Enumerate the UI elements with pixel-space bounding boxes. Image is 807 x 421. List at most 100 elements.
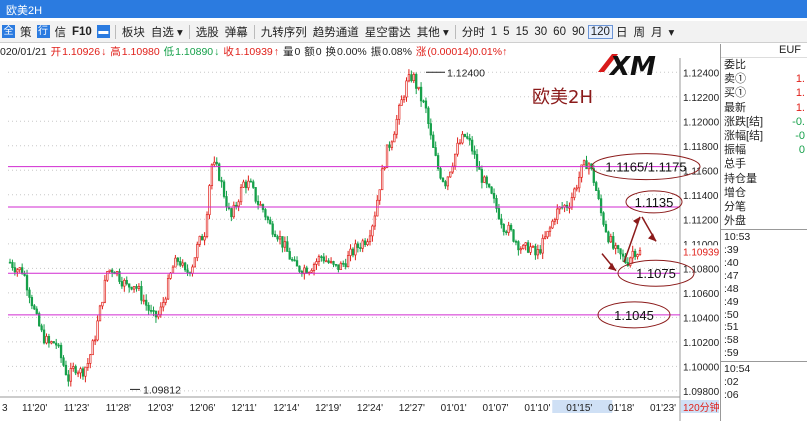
candle-body (638, 250, 642, 255)
tick-list-b[interactable]: 10:54:02:06 (721, 363, 807, 402)
period-intraday[interactable]: 分时 (459, 24, 488, 40)
period-5m[interactable]: 5 (500, 26, 512, 38)
period-90m[interactable]: 90 (569, 26, 588, 38)
period-week[interactable]: 周 (630, 24, 648, 40)
candle-body (310, 270, 313, 273)
strategy-icon[interactable]: 策 (17, 24, 35, 40)
candle-body (247, 180, 250, 189)
candle-body (636, 254, 639, 257)
toolbar-trend-channel[interactable]: 趋势通道 (310, 24, 362, 40)
y-tick-label: 1.10400 (683, 313, 720, 324)
quote-row-label: 委比 (724, 59, 746, 71)
candle-body (432, 134, 435, 148)
quote-row: 涨幅[结] -0 (721, 129, 807, 143)
candle-body (512, 229, 515, 242)
x-tick-label: 01'10' (524, 403, 550, 414)
quote-row-label: 增仓 (724, 186, 746, 199)
candle-body (578, 176, 581, 189)
quote-row-value: -0. (792, 115, 805, 128)
tick-list-a[interactable]: 10:53:39:40:47:48:49:50:51:58:59 (721, 231, 807, 360)
candle-body (264, 209, 267, 218)
candle-body (461, 133, 464, 144)
x-tick-label: 12'06' (189, 403, 215, 414)
toolbar-stock-picker[interactable]: 选股 (193, 24, 222, 40)
period-15m[interactable]: 15 (513, 26, 532, 38)
candle-body (203, 236, 206, 241)
quote-row: 持仓量 (721, 172, 807, 186)
quote-row: 卖① 1. (721, 72, 807, 86)
candle-body (419, 86, 423, 102)
toolbar-sector[interactable]: 板块 (119, 24, 148, 40)
candle-body (407, 74, 411, 82)
candle-body (371, 225, 374, 237)
quote-row-value: 1. (795, 87, 805, 100)
period-day[interactable]: 日 (613, 24, 631, 40)
candle-body (485, 176, 488, 185)
candle-body (28, 289, 31, 298)
candle-body (186, 269, 189, 273)
tick-time: :50 (724, 308, 739, 321)
candle-body (329, 261, 333, 263)
x-tick-label: 12'24' (357, 403, 383, 414)
candle-body (480, 169, 484, 183)
y-tick-label: 1.11600 (683, 166, 719, 177)
xm-logo: XM (598, 52, 656, 82)
candle-body (25, 275, 29, 291)
quote-row-label: 涨幅[结] (724, 129, 764, 142)
candle-body (254, 187, 257, 202)
candle-body (222, 181, 226, 197)
f10-icon[interactable]: F10 (69, 26, 95, 38)
candle-body (193, 257, 197, 268)
candle-body (93, 339, 97, 342)
candle-body (164, 298, 167, 303)
candle-body (64, 364, 68, 376)
window-titlebar: 欧美2H (0, 0, 807, 18)
window-icon[interactable]: ▬ (96, 25, 110, 38)
toolbar-danmaku[interactable]: 弹幕 (222, 24, 251, 40)
candle-body (427, 107, 430, 124)
candle-body (259, 204, 262, 206)
candle-body (225, 196, 228, 208)
candle-body (483, 176, 486, 183)
candle-body (599, 198, 603, 214)
tick-time: :40 (724, 257, 739, 270)
toolbar-other[interactable]: 其他 ▾ (414, 24, 452, 40)
candle-body (415, 74, 418, 89)
quote-row-value: 0 (798, 144, 805, 157)
candle-body (13, 267, 17, 273)
period-60m[interactable]: 60 (550, 26, 569, 38)
candle-body (152, 310, 155, 312)
tick-time: 10:54 (724, 363, 751, 376)
period-month[interactable]: 月 (648, 24, 666, 40)
quote-icon[interactable]: 行 (36, 25, 50, 38)
toolbar-watchlist[interactable]: 自选 ▾ (148, 24, 186, 40)
info-amount: 0 (315, 46, 322, 58)
period-more-dropdown[interactable]: ▾ (665, 25, 677, 39)
candle-body (551, 220, 554, 229)
candle-body (548, 227, 552, 232)
candle-body (517, 241, 520, 251)
candle-body (522, 244, 525, 250)
period-30m[interactable]: 30 (531, 26, 550, 38)
candle-body (237, 201, 240, 207)
period-120m[interactable]: 120 (587, 24, 613, 39)
toolbar-radar[interactable]: 星空雷达 (362, 24, 414, 40)
candle-body (412, 74, 415, 82)
candle-body (390, 141, 394, 148)
candle-body (337, 264, 340, 270)
toolbar-td-sequential[interactable]: 九转序列 (258, 24, 310, 40)
tick-time: :02 (724, 376, 739, 389)
candle-body (604, 224, 608, 233)
candlestick-chart[interactable]: 1.12400 1.12200 1.12000 1.11800 1.11600 1.114… (0, 58, 720, 421)
tick-time: 10:53 (724, 231, 751, 244)
info-icon[interactable]: 信 (52, 24, 70, 40)
candle-body (171, 266, 175, 274)
info-open: 1.10926 (62, 46, 101, 58)
top-toolbar: 全 策 行 信 F10 ▬ 板块 自选 ▾ 选股 弹幕 九转序列 趋势通道 星空… (0, 21, 807, 43)
candle-body (125, 280, 128, 285)
all-icon[interactable]: 全 (2, 25, 15, 38)
candle-body (536, 249, 539, 256)
candle-body (378, 189, 381, 201)
candle-body (103, 279, 107, 303)
period-1m[interactable]: 1 (488, 26, 500, 38)
